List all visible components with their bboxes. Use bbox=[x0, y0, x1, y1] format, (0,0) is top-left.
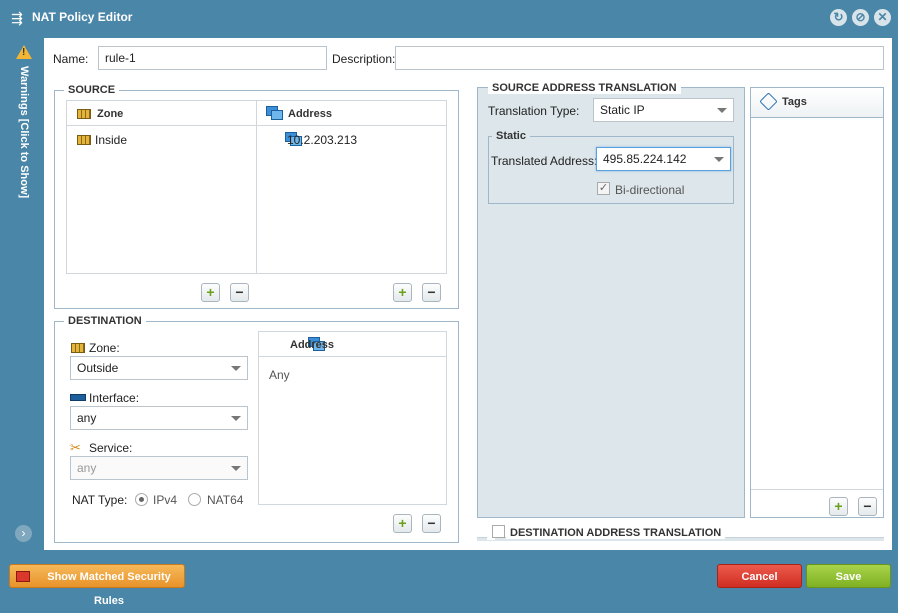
description-label: Description: bbox=[332, 52, 396, 66]
name-input[interactable]: rule-1 bbox=[98, 46, 327, 70]
zone-icon bbox=[77, 135, 91, 145]
add-destination-address-button[interactable]: + bbox=[393, 514, 412, 533]
zone-icon bbox=[71, 343, 85, 353]
translated-address-label: Translated Address: bbox=[491, 154, 598, 168]
source-address-item[interactable]: 10.2.203.213 bbox=[287, 133, 357, 147]
title-bar bbox=[0, 0, 898, 36]
close-icon[interactable]: ✕ bbox=[874, 9, 891, 26]
nat-type-ipv4-label[interactable]: IPv4 bbox=[153, 493, 177, 507]
destination-translation-checkbox[interactable] bbox=[492, 525, 505, 538]
service-icon: ✂ bbox=[70, 440, 81, 455]
destination-interface-value: any bbox=[77, 411, 97, 425]
translated-address-select[interactable]: 495.85.224.142 bbox=[596, 147, 731, 171]
destination-address-item[interactable]: Any bbox=[269, 368, 290, 382]
translation-type-value: Static IP bbox=[600, 103, 645, 117]
tags-title: Tags bbox=[782, 96, 807, 108]
save-button[interactable]: Save bbox=[806, 564, 891, 588]
destination-service-value: any bbox=[77, 461, 97, 475]
show-matched-rules-button[interactable]: Show Matched Security Rules bbox=[9, 564, 185, 607]
zone-icon bbox=[77, 109, 91, 119]
remove-destination-address-button[interactable]: − bbox=[422, 514, 441, 533]
nat-policy-icon: ⇶ bbox=[11, 10, 23, 26]
warnings-label[interactable]: Warnings [Click to Show] bbox=[18, 66, 30, 198]
remove-source-address-button[interactable]: − bbox=[422, 283, 441, 302]
cancel-button[interactable]: Cancel bbox=[717, 564, 802, 588]
source-zone-header[interactable]: Zone bbox=[97, 108, 123, 120]
chevron-down-icon bbox=[714, 157, 724, 162]
tags-panel bbox=[750, 87, 884, 518]
destination-zone-value: Outside bbox=[77, 361, 119, 375]
destination-grid-header-line bbox=[259, 356, 446, 357]
source-title: SOURCE bbox=[64, 84, 120, 96]
help-icon[interactable]: ⊘ bbox=[852, 9, 869, 26]
nat-type-nat64-label[interactable]: NAT64 bbox=[207, 493, 243, 507]
source-address-header[interactable]: Address bbox=[288, 108, 332, 120]
nat-type-label: NAT Type: bbox=[72, 493, 128, 507]
address-icon bbox=[266, 106, 283, 120]
window-title: NAT Policy Editor bbox=[32, 10, 133, 24]
source-grid-header-line bbox=[67, 125, 446, 126]
add-source-address-button[interactable]: + bbox=[393, 283, 412, 302]
tags-footer-line bbox=[751, 489, 883, 490]
chevron-down-icon bbox=[717, 108, 727, 113]
destination-zone-label: Zone: bbox=[89, 341, 120, 355]
expand-arrow-icon[interactable]: › bbox=[15, 525, 32, 542]
chevron-down-icon bbox=[231, 466, 241, 471]
chevron-down-icon bbox=[231, 366, 241, 371]
destination-address-header[interactable]: Address bbox=[290, 339, 334, 351]
chevron-down-icon bbox=[231, 416, 241, 421]
destination-title: DESTINATION bbox=[64, 315, 146, 327]
security-rules-icon bbox=[16, 571, 30, 582]
add-source-zone-button[interactable]: + bbox=[201, 283, 220, 302]
show-matched-rules-label[interactable]: Show Matched Security Rules bbox=[34, 565, 184, 613]
remove-tag-button[interactable]: − bbox=[858, 497, 877, 516]
destination-translation-title[interactable]: DESTINATION ADDRESS TRANSLATION bbox=[506, 527, 726, 539]
source-grid-divider bbox=[256, 101, 257, 273]
bidirectional-checkbox[interactable]: ✓ bbox=[597, 182, 610, 195]
destination-address-grid bbox=[258, 331, 447, 505]
refresh-icon[interactable]: ↻ bbox=[830, 9, 847, 26]
source-translation-title: SOURCE ADDRESS TRANSLATION bbox=[488, 82, 681, 94]
nat-type-nat64-radio[interactable] bbox=[188, 493, 201, 506]
remove-source-zone-button[interactable]: − bbox=[230, 283, 249, 302]
description-input[interactable] bbox=[395, 46, 884, 70]
source-zone-item[interactable]: Inside bbox=[95, 133, 127, 147]
warnings-label-wrap[interactable]: Warnings [Click to Show] bbox=[10, 66, 36, 206]
translation-type-select[interactable]: Static IP bbox=[593, 98, 734, 122]
name-label: Name: bbox=[53, 52, 89, 66]
destination-interface-label: Interface: bbox=[89, 391, 140, 405]
destination-service-select[interactable]: any bbox=[70, 456, 248, 480]
add-tag-button[interactable]: + bbox=[829, 497, 848, 516]
interface-icon bbox=[70, 394, 86, 401]
bidirectional-label[interactable]: Bi-directional bbox=[615, 183, 684, 197]
translated-address-value: 495.85.224.142 bbox=[603, 152, 687, 166]
destination-zone-select[interactable]: Outside bbox=[70, 356, 248, 380]
destination-service-label: Service: bbox=[89, 441, 133, 455]
destination-interface-select[interactable]: any bbox=[70, 406, 248, 430]
nat-type-ipv4-radio[interactable] bbox=[135, 493, 148, 506]
translation-type-label: Translation Type: bbox=[488, 104, 580, 118]
static-group-title: Static bbox=[492, 130, 530, 142]
warning-icon-mark: ! bbox=[22, 47, 26, 58]
